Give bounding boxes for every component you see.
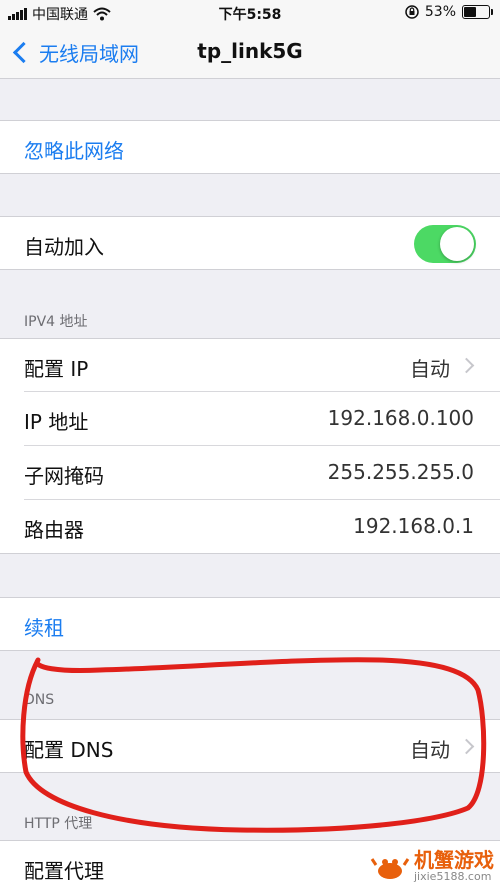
status-bar: 中国联通 下午5:58 53%	[0, 0, 500, 26]
ip-address-value: 192.168.0.100	[327, 406, 474, 430]
ip-address-row: IP 地址 192.168.0.100	[0, 392, 500, 446]
subnet-mask-value: 255.255.255.0	[327, 460, 474, 484]
watermark-brand: 机蟹游戏	[414, 848, 494, 872]
auto-join-row: 自动加入	[0, 216, 500, 270]
configure-dns-label: 配置 DNS	[24, 738, 114, 762]
configure-dns-value: 自动	[410, 738, 450, 762]
crab-logo-icon	[370, 857, 410, 879]
router-value: 192.168.0.1	[353, 514, 474, 538]
subnet-mask-row: 子网掩码 255.255.255.0	[0, 446, 500, 500]
lock-rotation-icon	[405, 5, 419, 19]
renew-lease-button[interactable]: 续租	[0, 597, 500, 651]
http-proxy-section-header: HTTP 代理	[24, 816, 93, 832]
configure-dns-row[interactable]: 配置 DNS 自动	[0, 719, 500, 773]
auto-join-toggle[interactable]	[414, 225, 476, 263]
configure-ip-row[interactable]: 配置 IP 自动	[0, 338, 500, 392]
ipv4-section-header: IPV4 地址	[24, 314, 88, 330]
watermark: 机蟹游戏 jixie5188.com	[370, 850, 494, 883]
forget-network-button[interactable]: 忽略此网络	[0, 120, 500, 174]
router-row: 路由器 192.168.0.1	[0, 500, 500, 554]
disclosure-chevron-icon	[458, 738, 475, 755]
battery-icon	[462, 5, 493, 19]
router-label: 路由器	[24, 518, 84, 542]
configure-ip-label: 配置 IP	[24, 357, 89, 381]
auto-join-label: 自动加入	[24, 235, 104, 259]
subnet-mask-label: 子网掩码	[24, 464, 104, 488]
toggle-knob	[440, 227, 474, 261]
configure-ip-value: 自动	[410, 357, 450, 381]
page-title: tp_link5G	[197, 39, 303, 63]
forget-network-label: 忽略此网络	[24, 139, 124, 163]
battery-percent: 53%	[424, 4, 456, 20]
navigation-bar: 无线局域网 tp_link5G	[0, 26, 500, 79]
ip-address-label: IP 地址	[24, 410, 89, 434]
renew-lease-label: 续租	[24, 616, 64, 640]
dns-section-header: DNS	[24, 692, 55, 708]
disclosure-chevron-icon	[458, 357, 475, 374]
configure-proxy-label: 配置代理	[24, 859, 104, 883]
status-right: 53%	[405, 4, 493, 20]
watermark-site: jixie5188.com	[414, 870, 492, 883]
